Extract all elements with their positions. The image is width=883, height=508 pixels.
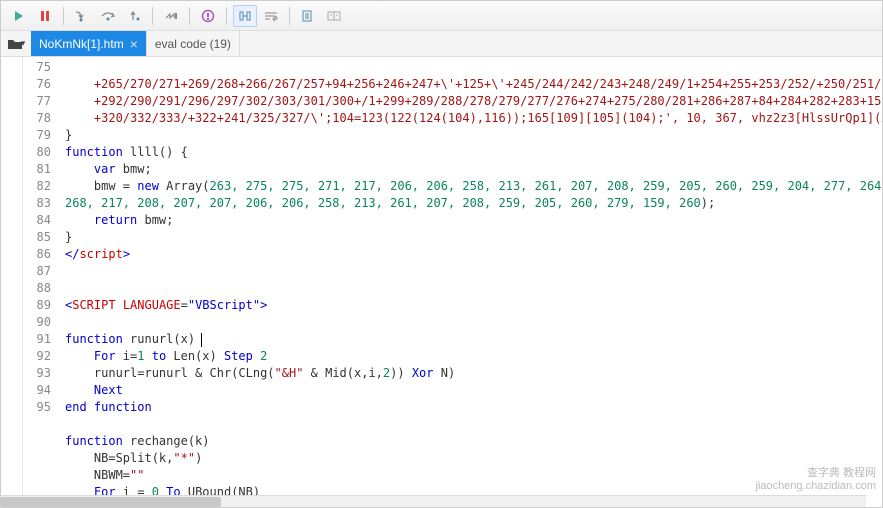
pause-button[interactable] xyxy=(33,5,57,27)
separator xyxy=(189,7,190,25)
library-button[interactable] xyxy=(322,5,346,27)
close-icon[interactable]: × xyxy=(130,36,138,52)
source-map-button[interactable] xyxy=(296,5,320,27)
separator xyxy=(226,7,227,25)
code-content[interactable]: +265/270/271+269/268+266/267/257+94+256+… xyxy=(59,57,882,495)
exception-button[interactable] xyxy=(196,5,220,27)
separator xyxy=(289,7,290,25)
tab-inactive[interactable]: eval code (19) xyxy=(147,31,240,56)
separator xyxy=(63,7,64,25)
file-picker-icon[interactable]: ▾ xyxy=(1,31,31,56)
format-button[interactable] xyxy=(233,5,257,27)
scrollbar-thumb[interactable] xyxy=(1,497,221,507)
debugger-toolbar xyxy=(1,1,882,31)
step-into-button[interactable] xyxy=(70,5,94,27)
tab-active[interactable]: NoKmNk[1].htm × xyxy=(31,31,147,56)
horizontal-scrollbar[interactable] xyxy=(1,495,866,507)
separator xyxy=(152,7,153,25)
word-wrap-button[interactable] xyxy=(259,5,283,27)
play-button[interactable] xyxy=(7,5,31,27)
code-editor: 75 76 77 78 79 80 81 82 83 84 85 86 87 8… xyxy=(1,57,882,495)
tab-bar: ▾ NoKmNk[1].htm × eval code (19) xyxy=(1,31,882,57)
breakpoint-gutter[interactable] xyxy=(1,57,23,495)
break-all-button[interactable] xyxy=(159,5,183,27)
step-out-button[interactable] xyxy=(122,5,146,27)
line-numbers: 75 76 77 78 79 80 81 82 83 84 85 86 87 8… xyxy=(23,57,59,495)
step-over-button[interactable] xyxy=(96,5,120,27)
tab-label: NoKmNk[1].htm xyxy=(39,37,124,51)
tab-label: eval code (19) xyxy=(155,37,231,51)
